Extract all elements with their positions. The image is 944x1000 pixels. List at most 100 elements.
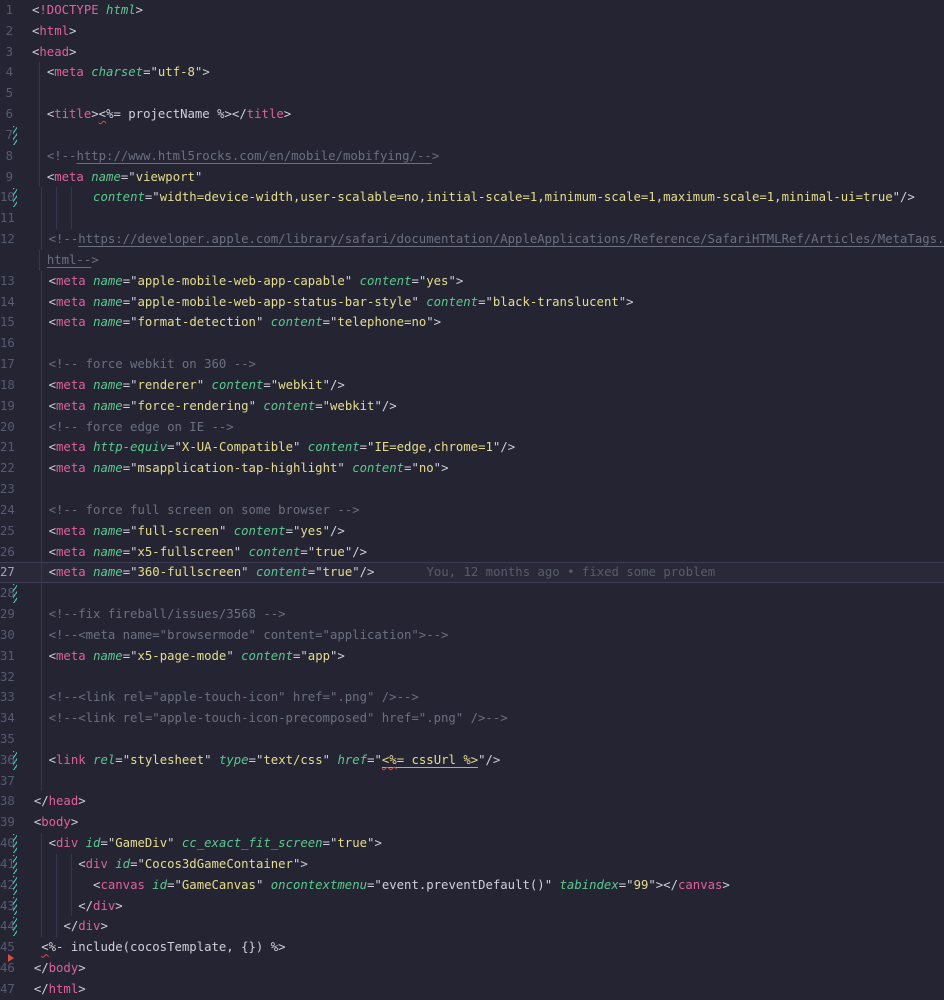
code-line-text[interactable]: </body> [22,958,944,979]
code-line-text[interactable]: <!--http://www.html5rocks.com/en/mobile/… [20,145,944,167]
line-number[interactable]: 14 [0,292,22,313]
line-number[interactable]: 9 [0,167,20,188]
code-line-text[interactable] [22,479,944,500]
code-line[interactable]: 4 <meta charset="utf-8"> [0,62,944,84]
line-number[interactable]: 26 [0,542,22,563]
line-number[interactable]: 34 [0,708,22,729]
code-line-text[interactable]: <meta name="apple-mobile-web-app-status-… [22,291,944,313]
line-number[interactable]: 46 [0,954,22,979]
code-line-text[interactable]: </div> [22,916,944,938]
line-number[interactable]: 28 [0,583,22,604]
code-line[interactable]: 47 </html> [0,979,944,1000]
code-line[interactable]: 34 <!--<link rel="apple-touch-icon-preco… [0,708,944,729]
code-line-text[interactable]: <meta name="360-fullscreen" content="tru… [22,562,944,584]
code-line[interactable]: 8 <!--http://www.html5rocks.com/en/mobil… [0,145,944,167]
line-number[interactable]: 44 [0,916,22,937]
line-number[interactable]: 10 [0,187,22,208]
code-line[interactable]: 6 <title><%= projectName %></title> [0,104,944,125]
line-number[interactable]: 7 [0,125,20,146]
line-number[interactable]: 13 [0,271,22,292]
code-line[interactable]: 10 content="width=device-width,user-scal… [0,187,944,209]
code-line-text[interactable]: <meta name="msapplication-tap-highlight"… [22,458,944,480]
code-line[interactable]: 15 <meta name="format-detection" content… [0,312,944,334]
line-number[interactable]: 5 [0,83,20,104]
code-line-text[interactable]: <!DOCTYPE html> [20,0,944,21]
line-number[interactable]: 12 [0,229,22,250]
code-line-text[interactable]: <!--<meta name="browsermode" content="ap… [22,624,944,646]
code-line[interactable]: 28 [0,583,944,605]
code-line-text[interactable]: <meta name="format-detection" content="t… [22,312,944,334]
code-line[interactable]: 29 <!--fix fireball/issues/3568 --> [0,604,944,625]
line-number[interactable]: 16 [0,333,22,354]
code-line[interactable]: 12 <!--https://developer.apple.com/libra… [0,229,944,250]
code-line-text[interactable] [22,666,944,688]
code-line[interactable]: 16 [0,333,944,355]
line-number[interactable]: 11 [0,208,22,229]
code-line[interactable]: 38 </head> [0,791,944,812]
code-line-text[interactable] [20,124,944,146]
code-line[interactable]: 2 <html> [0,21,944,42]
code-line[interactable]: 35 [0,728,944,750]
code-line-text[interactable]: <meta name="full-screen" content="yes"/> [22,520,944,542]
code-line-text[interactable]: <div id="Cocos3dGameContainer"> [22,853,944,875]
code-line-text[interactable]: <meta name="force-rendering" content="we… [22,395,944,417]
code-line-text[interactable]: <!-- force full screen on some browser -… [22,499,944,521]
code-line[interactable]: 1 <!DOCTYPE html> [0,0,944,21]
code-line-text[interactable]: <meta http-equiv="X-UA-Compatible" conte… [22,437,944,459]
code-line[interactable]: 11 [0,208,944,230]
code-line[interactable]: 31 <meta name="x5-page-mode" content="ap… [0,645,944,667]
code-line-text[interactable]: <!--<link rel="apple-touch-icon-precompo… [22,708,944,729]
code-line-text[interactable]: </html> [22,979,944,1000]
line-number[interactable]: 8 [0,146,20,167]
code-line-text[interactable]: <html> [20,21,944,42]
code-line[interactable]: 41 <div id="Cocos3dGameContainer"> [0,853,944,875]
line-number[interactable]: 15 [0,312,22,333]
code-line[interactable]: 18 <meta name="renderer" content="webkit… [0,374,944,396]
line-number[interactable]: 17 [0,354,22,375]
line-number[interactable]: 18 [0,375,22,396]
code-line-text[interactable]: <!--https://developer.apple.com/library/… [22,229,944,250]
line-number[interactable] [0,250,20,271]
line-number[interactable]: 21 [0,437,22,458]
code-line[interactable]: 3 <head> [0,42,944,63]
code-line-text[interactable]: <div id="GameDiv" cc_exact_fit_screen="t… [22,833,944,854]
line-number[interactable]: 27 [0,562,22,583]
code-line[interactable]: 42 <canvas id="GameCanvas" oncontextmenu… [0,874,944,896]
code-line[interactable]: 21 <meta http-equiv="X-UA-Compatible" co… [0,437,944,459]
code-line[interactable]: 17 <!-- force webkit on 360 --> [0,354,944,375]
code-line-text[interactable]: </head> [22,791,944,812]
code-line[interactable]: 32 [0,666,944,688]
line-number[interactable]: 19 [0,396,22,417]
line-number[interactable]: 3 [0,42,20,63]
code-line-text[interactable]: <!--<link rel="apple-touch-icon" href=".… [22,687,944,709]
code-line-text[interactable]: <meta name="x5-page-mode" content="app"> [22,645,944,667]
code-line[interactable]: 5 [0,83,944,105]
current-code-line[interactable]: 27 <meta name="360-fullscreen" content="… [0,562,944,584]
code-line-text[interactable]: <meta name="viewport" [20,166,944,188]
code-line[interactable]: 39 <body> [0,812,944,833]
code-line[interactable]: 30 <!--<meta name="browsermode" content=… [0,624,944,646]
code-line[interactable]: 25 <meta name="full-screen" content="yes… [0,520,944,542]
line-number[interactable]: 39 [0,812,22,833]
code-line-text[interactable]: <canvas id="GameCanvas" oncontextmenu="e… [22,874,944,896]
code-line-text[interactable]: <body> [22,812,944,833]
code-line[interactable]: 40 <div id="GameDiv" cc_exact_fit_screen… [0,833,944,854]
code-line[interactable]: 9 <meta name="viewport" [0,166,944,188]
code-line-text[interactable]: <head> [20,42,944,63]
line-number[interactable]: 30 [0,625,22,646]
code-line[interactable]: 13 <meta name="apple-mobile-web-app-capa… [0,270,944,292]
line-number[interactable]: 37 [0,771,22,792]
code-line-text[interactable]: <meta charset="utf-8"> [20,62,944,84]
code-line-text[interactable] [20,83,944,105]
code-line-text[interactable]: html--> [20,249,944,271]
code-line-text[interactable] [22,333,944,355]
line-number[interactable]: 4 [0,62,20,83]
line-number[interactable]: 40 [0,833,22,854]
code-line-text[interactable]: <meta name="renderer" content="webkit"/> [22,374,944,396]
line-number[interactable]: 41 [0,854,22,875]
code-line[interactable]: 45 <%- include(cocosTemplate, {}) %> [0,937,944,958]
code-line-text[interactable]: <meta name="apple-mobile-web-app-capable… [22,270,944,292]
code-line[interactable]: 23 [0,479,944,500]
code-line[interactable]: 26 <meta name="x5-fullscreen" content="t… [0,541,944,563]
line-number[interactable]: 38 [0,791,22,812]
